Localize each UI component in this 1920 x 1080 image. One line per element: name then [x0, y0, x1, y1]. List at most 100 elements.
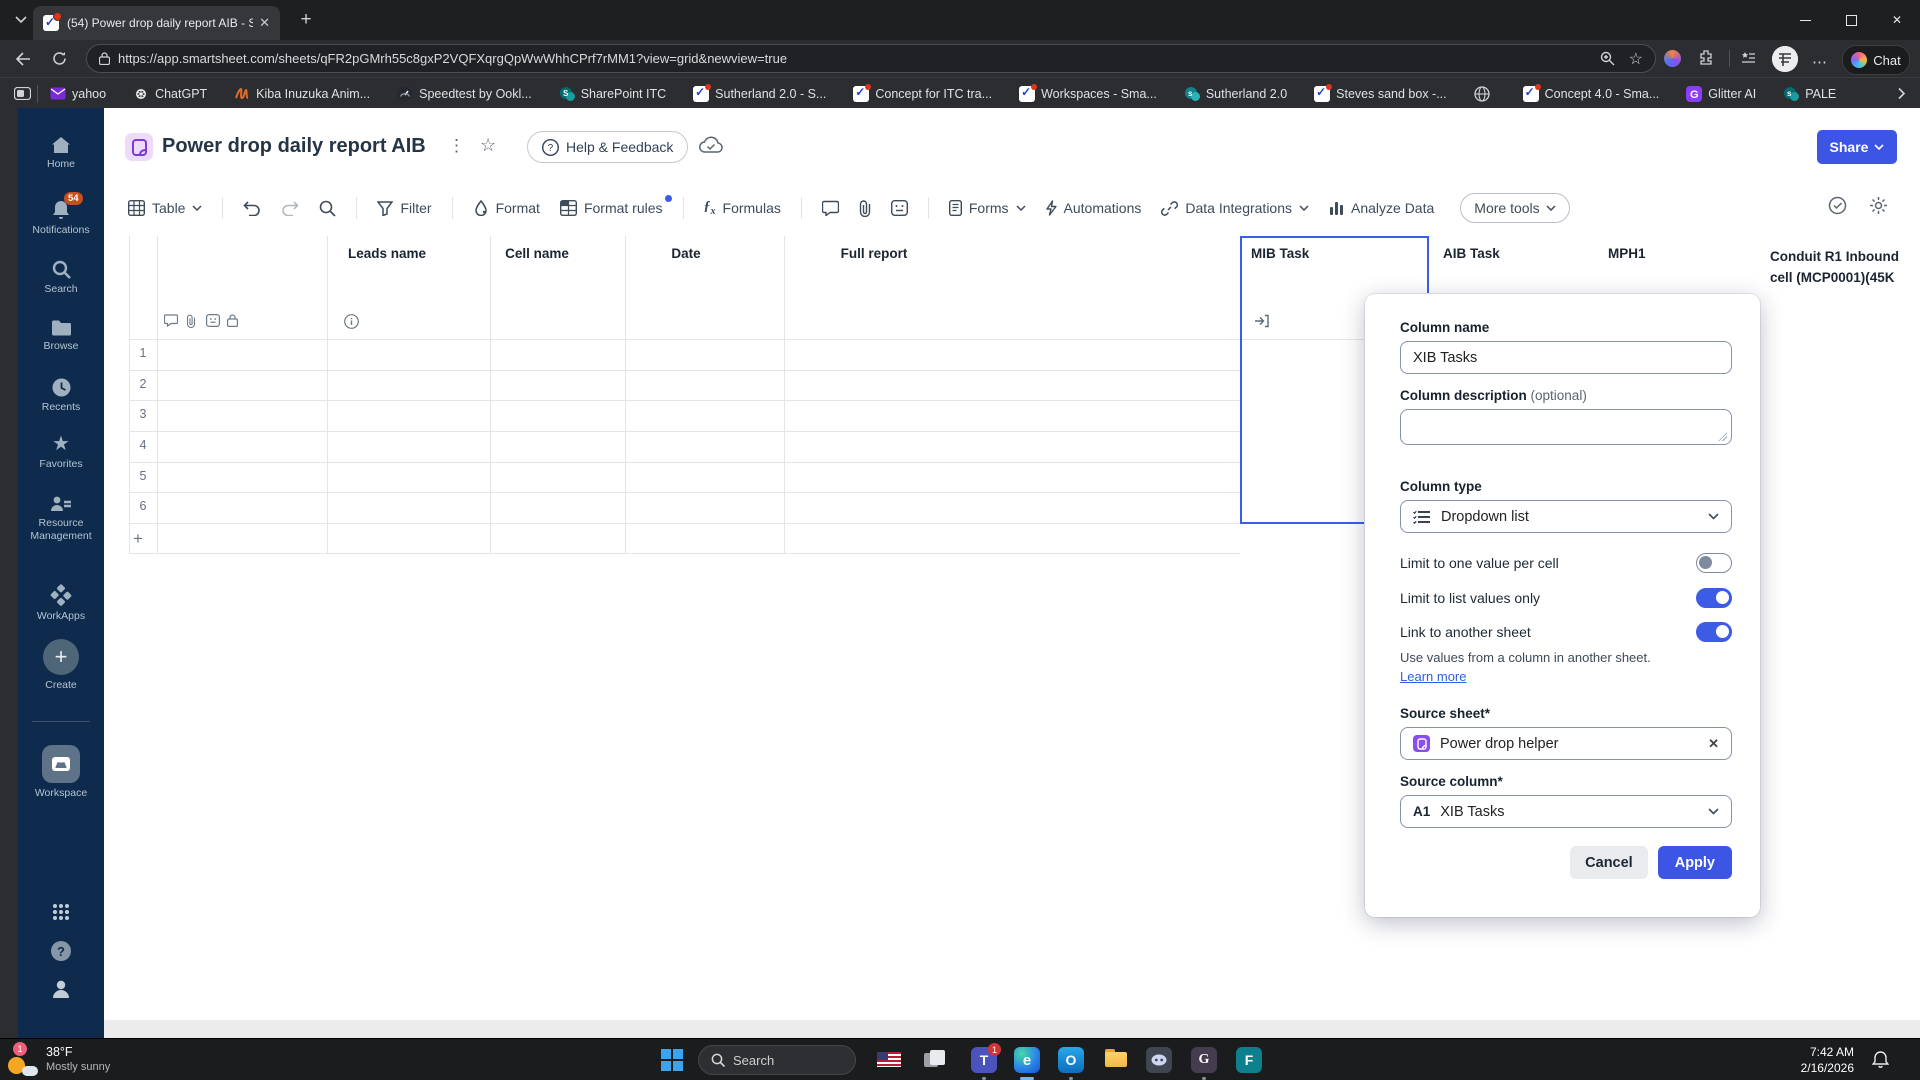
limit-list-values-toggle[interactable]: [1696, 588, 1732, 608]
bookmark-speedtest[interactable]: Speedtest by Ookl...: [397, 86, 532, 102]
edge-icon[interactable]: e: [1014, 1047, 1040, 1073]
cancel-button[interactable]: Cancel: [1570, 846, 1648, 879]
refresh-icon[interactable]: [44, 44, 74, 74]
row-number[interactable]: 3: [129, 407, 157, 421]
format-button[interactable]: Format: [473, 200, 540, 216]
row-number[interactable]: 2: [129, 377, 157, 391]
row-number[interactable]: 5: [129, 469, 157, 483]
bookmark-sutherland-2-0-s[interactable]: ✓ Sutherland 2.0 - S...: [693, 83, 826, 102]
column-header-conduit-r1[interactable]: Conduit R1 Inbound cell (MCP0001)(45K: [1770, 246, 1905, 288]
clear-source-sheet-icon[interactable]: ✕: [1708, 736, 1719, 752]
share-button[interactable]: Share: [1817, 130, 1897, 164]
column-header-aib-task[interactable]: AIB Task: [1443, 246, 1500, 261]
extensions-puzzle-icon[interactable]: [1698, 50, 1714, 66]
bookmark-steves-sand-box[interactable]: ✓ Steves sand box -...: [1314, 83, 1447, 102]
sidebar-item-favorites[interactable]: ★ Favorites: [18, 434, 104, 471]
row-number[interactable]: 6: [129, 499, 157, 513]
bookmarks-overflow-icon[interactable]: [1897, 87, 1906, 100]
collections-icon[interactable]: [1740, 50, 1756, 66]
search-sheet-button[interactable]: [319, 200, 337, 217]
notification-bell-icon[interactable]: [1872, 1050, 1889, 1069]
apply-button[interactable]: Apply: [1657, 846, 1732, 879]
minimize-button[interactable]: [1782, 0, 1828, 40]
bookmark-chatgpt[interactable]: ChatGPT: [133, 86, 207, 102]
redo-button[interactable]: [281, 200, 300, 216]
new-tab-button[interactable]: +: [294, 8, 318, 32]
sidebar-item-home[interactable]: Home: [18, 136, 104, 171]
column-description-textarea[interactable]: [1400, 409, 1732, 445]
column-type-select[interactable]: Dropdown list: [1400, 500, 1732, 533]
teams-free-icon[interactable]: F: [1236, 1047, 1262, 1073]
gear-icon[interactable]: [1869, 196, 1888, 215]
column-header-mph1[interactable]: MPH1: [1608, 246, 1646, 261]
extension-icon-wallet[interactable]: [1664, 50, 1681, 67]
sidebar-item-resource-management[interactable]: Resource Management: [18, 496, 104, 543]
close-button[interactable]: ✕: [1874, 0, 1920, 40]
favorite-sheet-star-icon[interactable]: ☆: [480, 135, 496, 156]
task-view-button[interactable]: [924, 1050, 948, 1070]
outlook-icon[interactable]: O: [1058, 1047, 1084, 1073]
undo-button[interactable]: [243, 200, 261, 216]
url-bar[interactable]: https://app.smartsheet.com/sheets/qFR2pG…: [86, 44, 1656, 73]
tab-search-icon[interactable]: [8, 9, 34, 31]
row-number[interactable]: 1: [129, 346, 157, 360]
sidebar-item-browse[interactable]: Browse: [18, 320, 104, 353]
maximize-button[interactable]: [1828, 0, 1874, 40]
column-header-date[interactable]: Date: [671, 246, 700, 261]
limit-one-value-toggle[interactable]: [1696, 553, 1732, 573]
column-header-mib-task[interactable]: MIB Task: [1251, 246, 1309, 261]
bookmark-kiba[interactable]: Kiba Inuzuka Anim...: [234, 86, 370, 102]
bookmark-yahoo[interactable]: yahoo: [50, 86, 106, 102]
help-feedback-button[interactable]: ? Help & Feedback: [527, 131, 689, 163]
browser-tab[interactable]: ✓ (54) Power drop daily report AIB - S ✕: [33, 6, 280, 40]
column-header-full-report[interactable]: Full report: [841, 246, 908, 261]
view-switcher-table[interactable]: Table: [128, 200, 202, 216]
column-header-cell-name[interactable]: Cell name: [505, 246, 569, 261]
more-tools-button[interactable]: More tools: [1460, 193, 1570, 223]
attachments-button[interactable]: [859, 199, 871, 217]
sidebar-item-search[interactable]: Search: [18, 260, 104, 296]
start-button[interactable]: [661, 1049, 683, 1071]
format-rules-button[interactable]: Format rules: [559, 195, 672, 216]
bookmark-sutherland-2-0[interactable]: s Sutherland 2.0: [1184, 86, 1287, 102]
learn-more-link[interactable]: Learn more: [1400, 669, 1466, 684]
tab-groups-icon[interactable]: [14, 87, 31, 100]
favorite-star-icon[interactable]: ☆: [1629, 49, 1643, 69]
column-header-leads-name[interactable]: Leads name: [348, 246, 426, 261]
add-row-button[interactable]: +: [128, 529, 148, 549]
data-integrations-button[interactable]: Data Integrations: [1161, 200, 1309, 217]
bookmark-sharepoint-itc[interactable]: S SharePoint ITC: [559, 86, 666, 102]
bookmark-glitter-ai[interactable]: G Glitter AI: [1686, 85, 1756, 102]
sidebar-account-button[interactable]: [18, 980, 104, 999]
sidebar-apps-grid-button[interactable]: [18, 903, 104, 921]
gimp-icon[interactable]: G: [1191, 1047, 1217, 1073]
bookmark-globe[interactable]: [1473, 85, 1496, 102]
sheet-menu-icon[interactable]: ⋮: [448, 136, 465, 156]
source-sheet-field[interactable]: Power drop helper ✕: [1400, 727, 1732, 760]
sidebar-help-button[interactable]: ?: [18, 941, 104, 961]
comments-button[interactable]: [821, 200, 839, 216]
link-another-sheet-toggle[interactable]: [1696, 622, 1732, 642]
sidebar-item-workspace[interactable]: Workspace: [18, 745, 104, 800]
bookmark-concept-4-0[interactable]: ✓ Concept 4.0 - Sma...: [1522, 83, 1659, 102]
sheet-sync-icon[interactable]: [1828, 196, 1847, 215]
bookmark-pale[interactable]: s PALE: [1783, 86, 1836, 102]
copilot-chat-button[interactable]: Chat: [1842, 45, 1910, 75]
source-column-select[interactable]: A1 XIB Tasks: [1400, 795, 1732, 828]
zoom-page-icon[interactable]: [1600, 51, 1615, 66]
column-name-input[interactable]: XIB Tasks: [1400, 341, 1732, 374]
automations-button[interactable]: Automations: [1045, 200, 1141, 216]
resize-grip-icon[interactable]: [1718, 432, 1727, 441]
filter-button[interactable]: Filter: [377, 200, 432, 216]
analyze-data-button[interactable]: Analyze Data: [1329, 200, 1434, 216]
sidebar-item-notifications[interactable]: 54 Notifications: [18, 192, 104, 237]
weather-widget[interactable]: 1 38°F Mostly sunny: [8, 1042, 110, 1076]
language-flag-icon[interactable]: [877, 1052, 901, 1067]
bookmark-workspaces[interactable]: ✓ Workspaces - Sma...: [1019, 83, 1157, 102]
taskbar-clock[interactable]: 7:42 AM 2/16/2026: [1770, 1044, 1854, 1076]
sidebar-item-workapps[interactable]: WorkApps: [18, 584, 104, 623]
forms-button[interactable]: Forms: [948, 200, 1026, 216]
teams-icon[interactable]: T 1: [971, 1043, 1001, 1073]
back-icon[interactable]: [8, 44, 38, 74]
proofs-button[interactable]: [890, 200, 908, 216]
